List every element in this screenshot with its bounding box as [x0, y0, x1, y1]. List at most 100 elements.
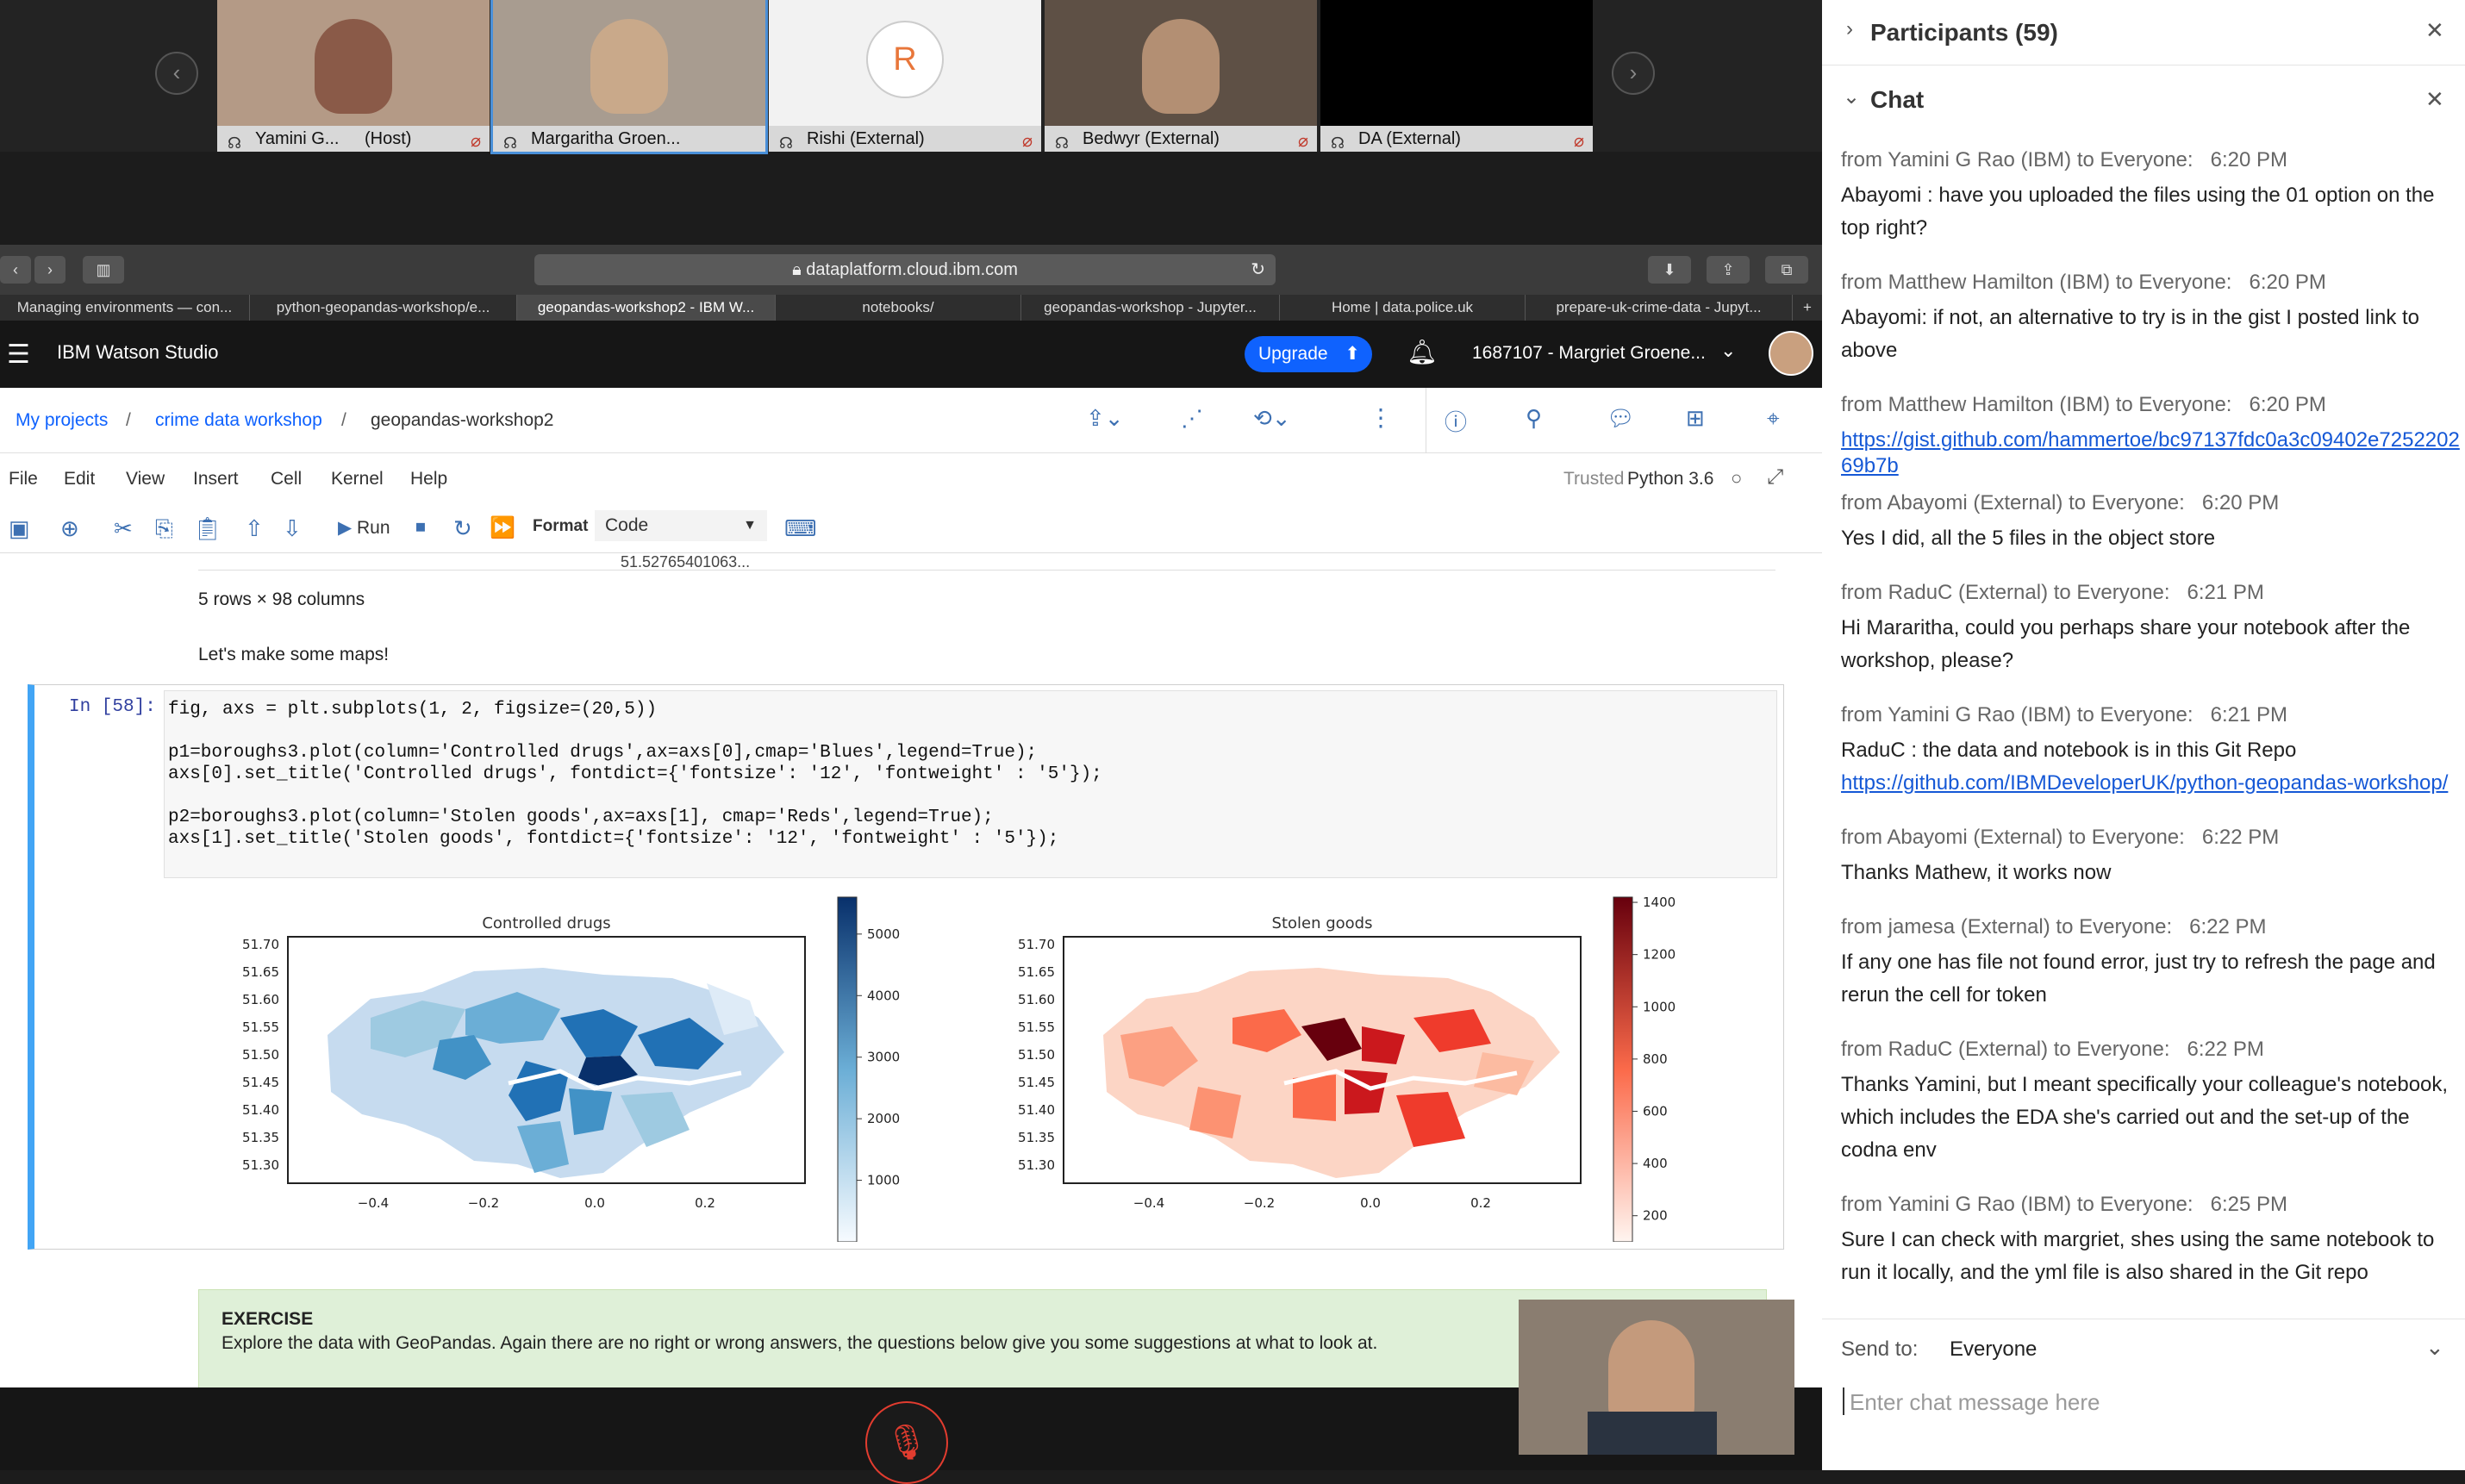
avatar[interactable] [1769, 331, 1813, 376]
x-tick-label: 0.2 [695, 1195, 715, 1211]
chat-input-placeholder: Enter chat message here [1850, 1389, 2100, 1415]
menu-help[interactable]: Help [410, 469, 447, 489]
colorbar-tick-label: 4000 [867, 988, 900, 1003]
tabs-overview-icon[interactable]: ⧉ [1765, 256, 1808, 284]
colorbar-tick-label: 800 [1643, 1051, 1668, 1067]
search-icon[interactable]: ⚲ [1526, 405, 1542, 432]
next-page-icon[interactable]: › [1612, 52, 1655, 95]
colorbar-blue [837, 896, 858, 1242]
info-icon[interactable]: ⓘ [1445, 405, 1467, 437]
back-icon[interactable]: ‹ [0, 256, 31, 284]
participants-header[interactable]: › Participants (59) ✕ [1822, 0, 2465, 65]
download-icon[interactable]: ⬇ [1648, 256, 1691, 284]
browser-tab[interactable]: prepare-uk-crime-data - Jupyt... [1526, 295, 1793, 321]
markdown-cell[interactable]: Let's make some maps! [198, 645, 389, 665]
exercise-text: Explore the data with GeoPandas. Again t… [222, 1333, 1378, 1353]
chat-input[interactable]: Enter chat message here [1832, 1375, 2455, 1427]
code-cell[interactable]: In [58]: fig, axs = plt.subplots(1, 2, f… [28, 684, 1784, 1250]
browser-tab[interactable]: geopandas-workshop2 - IBM W... [517, 295, 776, 321]
chevron-down-icon[interactable]: ⌄ [1720, 340, 1736, 362]
breadcrumb-project[interactable]: crime data workshop [155, 410, 322, 431]
muted-mic-icon: ⌀ [1573, 132, 1584, 151]
forward-icon[interactable]: › [34, 256, 66, 284]
video-tile[interactable]: ☊ Yamini G... (Host) ⌀ [217, 0, 490, 152]
move-up-icon[interactable]: ⇧ [245, 515, 264, 542]
reload-icon[interactable]: ↻ [1251, 254, 1265, 285]
code-editor[interactable]: fig, axs = plt.subplots(1, 2, figsize=(2… [164, 690, 1777, 878]
new-tab-icon[interactable]: + [1793, 295, 1822, 321]
menu-insert[interactable]: Insert [193, 469, 239, 489]
x-tick-label: 0.2 [1470, 1195, 1491, 1211]
chat-message: from Yamini G Rao (IBM) to Everyone: 6:2… [1841, 1193, 2462, 1289]
colorbar-tick-label: 400 [1643, 1156, 1668, 1171]
menu-view[interactable]: View [126, 469, 165, 489]
menu-kernel[interactable]: Kernel [331, 469, 384, 489]
message-time: 6:25 PM [2210, 1193, 2287, 1216]
browser-tab[interactable]: Home | data.police.uk [1280, 295, 1526, 321]
share-icon[interactable]: ⇪ [1707, 256, 1750, 284]
message-link[interactable]: https://github.com/IBMDeveloperUK/python… [1841, 771, 2448, 795]
close-icon[interactable]: ✕ [2425, 86, 2444, 113]
message-text: Yes I did, all the 5 files in the object… [1841, 527, 2216, 550]
chat-message: from Matthew Hamilton (IBM) to Everyone:… [1841, 393, 2462, 479]
cut-icon[interactable]: ✂ [114, 515, 133, 542]
copy-icon[interactable]: ⎘ [155, 515, 173, 543]
breadcrumb-my-projects[interactable]: My projects [16, 410, 108, 431]
save-icon[interactable]: ▣ [9, 515, 30, 542]
browser-tab[interactable]: geopandas-workshop - Jupyter... [1021, 295, 1280, 321]
video-tile[interactable]: ☊ Margaritha Groen... [490, 0, 768, 154]
self-view-video[interactable] [1519, 1300, 1794, 1455]
message-time: 6:21 PM [2187, 581, 2264, 604]
map-output: Controlled drugs −0.4 −0.2 0.0 0.2 51.70… [242, 895, 1676, 1242]
send-to-value: Everyone [1950, 1337, 2038, 1361]
y-tick-label: 51.50 [242, 1047, 279, 1063]
message-sender: from RaduC (External) to Everyone: [1841, 1038, 2170, 1061]
upgrade-button[interactable]: Upgrade ⬆ [1245, 336, 1372, 372]
trusted-indicator[interactable]: Trusted [1563, 469, 1624, 489]
stop-icon[interactable]: ⏹ [415, 515, 426, 539]
participant-namebar: ☊ Margaritha Groen... [493, 126, 765, 152]
browser-tab[interactable]: notebooks/ [776, 295, 1021, 321]
compass-icon[interactable]: ⌖ [1767, 405, 1780, 433]
more-options-icon[interactable]: ⋮ [1369, 403, 1393, 432]
assets-grid-icon[interactable]: ⊞ [1686, 405, 1705, 432]
video-tile[interactable]: ☊ DA (External) ⌀ [1320, 0, 1593, 152]
menu-file[interactable]: File [9, 469, 38, 489]
move-down-icon[interactable]: ⇩ [283, 515, 302, 542]
expand-icon[interactable]: ⤢ [1767, 465, 1783, 489]
app-title[interactable]: IBM Watson Studio [57, 341, 218, 364]
prev-page-icon[interactable]: ‹ [155, 52, 198, 95]
mute-mic-button[interactable]: 🎙︎ [865, 1401, 948, 1484]
run-button[interactable]: ▶ Run [338, 517, 390, 539]
version-history-icon[interactable]: ⟲⌄ [1253, 405, 1291, 432]
message-sender: from jamesa (External) to Everyone: [1841, 915, 2173, 938]
comments-icon[interactable]: 💬︎ [1607, 405, 1635, 432]
share-icon[interactable]: ⋰ [1181, 405, 1203, 432]
headset-icon: ☊ [1331, 134, 1345, 152]
chevron-right-icon: › [1846, 17, 1853, 41]
sidebar-icon[interactable]: ▥ [83, 256, 124, 284]
message-text: Abayomi : have you uploaded the files us… [1841, 184, 2435, 240]
cell-type-value: Code [605, 515, 649, 535]
add-cell-icon[interactable]: ⊕ [60, 515, 79, 542]
chat-header[interactable]: ⌄ Chat ✕ [1822, 65, 2465, 136]
notification-bell-icon[interactable]: 🔔︎ [1407, 338, 1438, 366]
keyboard-icon[interactable]: ⌨ [784, 515, 817, 542]
menu-cell[interactable]: Cell [271, 469, 302, 489]
menu-edit[interactable]: Edit [64, 469, 95, 489]
address-bar[interactable]: 🔒︎ dataplatform.cloud.ibm.com ↻ [534, 254, 1276, 285]
fast-forward-icon[interactable]: ⏩ [490, 515, 515, 540]
browser-tab[interactable]: python-geopandas-workshop/e... [250, 295, 517, 321]
close-icon[interactable]: ✕ [2425, 17, 2444, 44]
video-tile[interactable]: R ☊ Rishi (External) ⌀ [769, 0, 1041, 152]
paste-icon[interactable]: 📋︎ [193, 515, 222, 542]
restart-icon[interactable]: ↻ [453, 515, 472, 542]
browser-tab[interactable]: Managing environments — con... [0, 295, 250, 321]
message-link[interactable]: https://gist.github.com/hammertoe/bc9713… [1841, 428, 2460, 477]
send-to-select[interactable]: Send to: Everyone ⌄ [1841, 1331, 2453, 1369]
export-icon[interactable]: ⇪⌄ [1086, 405, 1124, 432]
cell-type-select[interactable]: Code ▼ [595, 510, 767, 541]
account-selector[interactable]: 1687107 - Margriet Groene... [1472, 343, 1706, 364]
hamburger-menu-icon[interactable]: ☰ [7, 340, 30, 370]
video-tile[interactable]: ☊ Bedwyr (External) ⌀ [1045, 0, 1317, 152]
